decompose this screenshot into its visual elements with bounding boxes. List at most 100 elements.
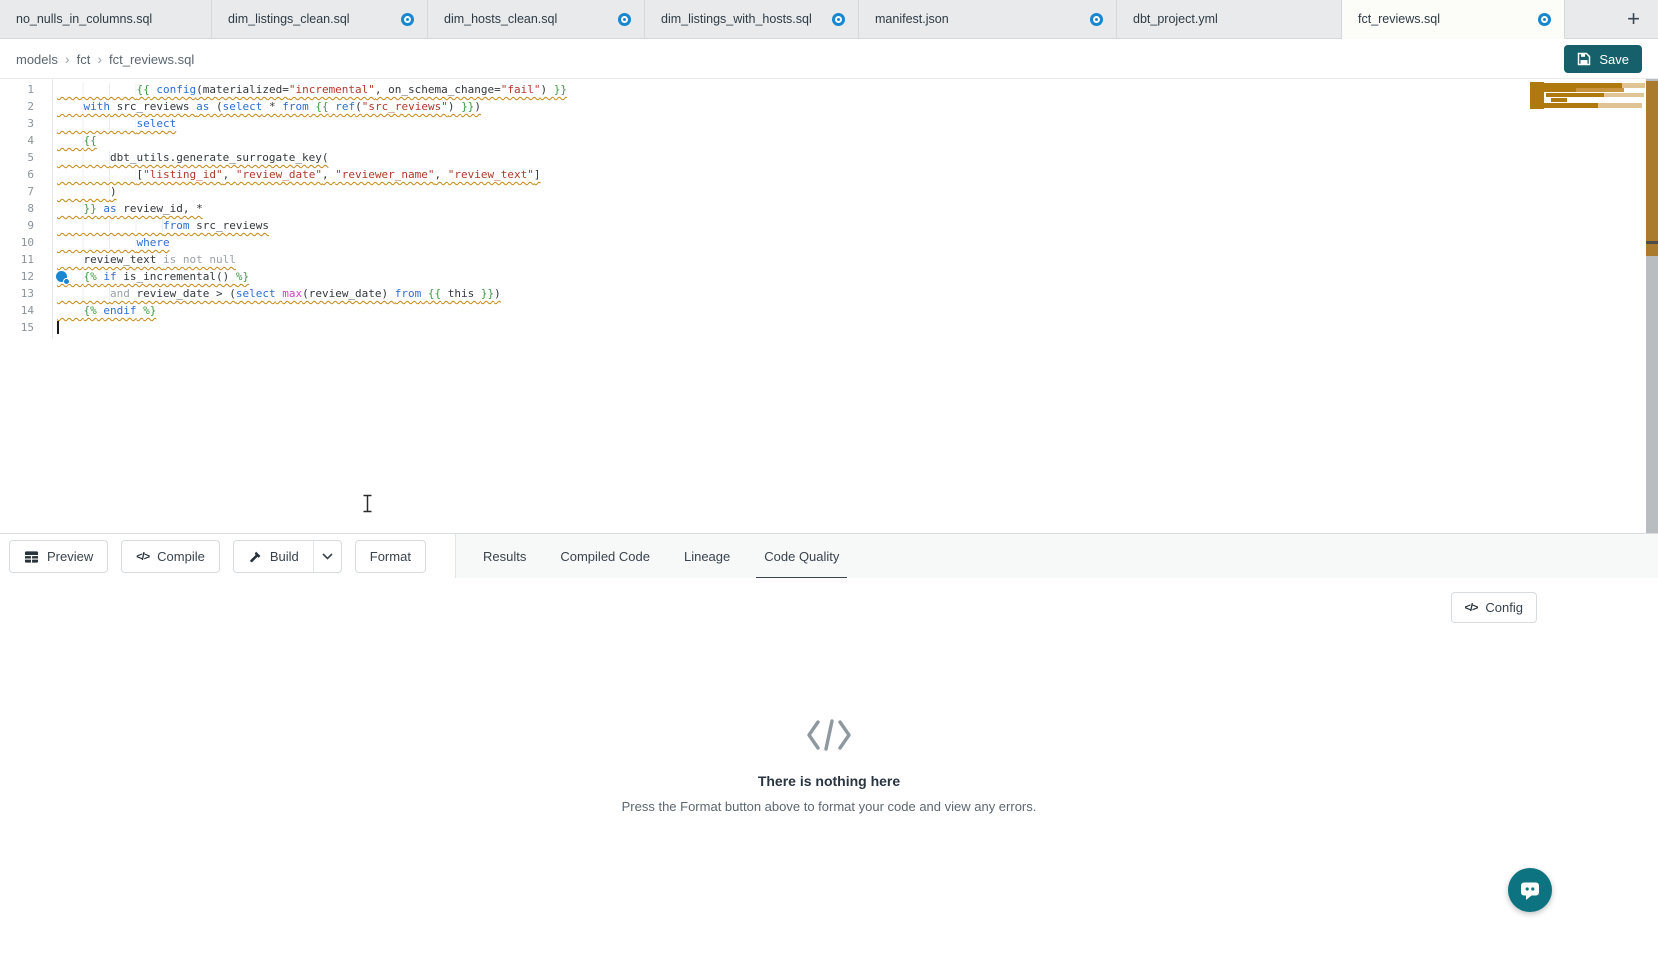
fix-suggestion-icon[interactable] (56, 271, 67, 282)
code-line[interactable]: 13 and review_date > (select max(review_… (0, 285, 1658, 302)
line-number: 8 (0, 200, 34, 217)
code-line[interactable]: 14 {% endif %} (0, 302, 1658, 319)
code-token (421, 287, 428, 300)
build-label: Build (270, 549, 299, 564)
chat-bubble-icon (1518, 879, 1542, 902)
code-token: }} (481, 287, 494, 300)
panel-tab-code-quality[interactable]: Code Quality (747, 534, 856, 579)
line-content: {{ (57, 132, 97, 149)
editor-tab[interactable]: no_nulls_in_columns.sql (0, 0, 212, 39)
code-token: select (223, 100, 263, 113)
indent-whitespace (57, 134, 84, 147)
line-number: 14 (0, 302, 34, 319)
empty-state-description: Press the Format button above to format … (449, 799, 1209, 814)
code-brackets-icon: </> (1465, 602, 1478, 614)
line-number: 7 (0, 183, 34, 200)
tab-bar: no_nulls_in_columns.sqldim_listings_clea… (0, 0, 1658, 39)
line-content: }} as review_id, * (57, 200, 203, 217)
code-line[interactable]: 7 ) (0, 183, 1658, 200)
editor-tab[interactable]: manifest.json (859, 0, 1117, 39)
code-token: as (196, 100, 209, 113)
code-line[interactable]: 10 where (0, 234, 1658, 251)
build-button[interactable]: Build (234, 541, 313, 572)
code-line[interactable]: 5 dbt_utils.generate_surrogate_key( (0, 149, 1658, 166)
tab-label: manifest.json (875, 12, 949, 26)
indent-whitespace (57, 219, 163, 232)
line-content: from src_reviews (57, 217, 269, 234)
code-token: "listing_id" (143, 168, 222, 181)
code-token: {{ (84, 134, 97, 147)
panel-tab-lineage[interactable]: Lineage (667, 534, 747, 579)
scrollbar[interactable] (1646, 79, 1658, 533)
new-tab-button[interactable]: + (1621, 8, 1646, 30)
chat-fab[interactable] (1508, 868, 1552, 912)
format-button[interactable]: Format (355, 540, 426, 573)
save-button[interactable]: Save (1564, 45, 1642, 73)
code-token: review_text (84, 253, 163, 266)
code-token: }} (554, 83, 567, 96)
breadcrumb-item[interactable]: models (16, 52, 58, 67)
editor-tab[interactable]: dim_listings_clean.sql (212, 0, 428, 39)
scrollbar-cursor-marker (1646, 241, 1658, 244)
editor-tab[interactable]: dim_hosts_clean.sql (428, 0, 645, 39)
code-token: as (103, 202, 116, 215)
breadcrumb-item[interactable]: fct (77, 52, 91, 67)
breadcrumb-item[interactable]: fct_reviews.sql (109, 52, 194, 67)
code-line[interactable]: 9 from src_reviews (0, 217, 1658, 234)
indent-whitespace (57, 168, 136, 181)
toolbar-buttons: Preview </> Compile Build (9, 534, 426, 579)
line-number: 9 (0, 217, 34, 234)
indent-whitespace (57, 202, 84, 215)
code-line[interactable]: 4 {{ (0, 132, 1658, 149)
code-token: where (136, 236, 169, 249)
preview-button[interactable]: Preview (9, 540, 108, 573)
code-token: dbt_utils.generate_surrogate_key( (110, 151, 329, 164)
code-line[interactable]: 8 }} as review_id, * (0, 200, 1658, 217)
code-token: {% (84, 270, 97, 283)
indent-whitespace (57, 304, 84, 317)
code-line[interactable]: 15 (0, 319, 1658, 336)
code-token: %} (236, 270, 249, 283)
tab-label: dim_hosts_clean.sql (444, 12, 557, 26)
line-content: ["listing_id", "review_date", "reviewer_… (57, 166, 541, 183)
config-button[interactable]: </> Config (1451, 592, 1537, 623)
panel-tab-results[interactable]: Results (466, 534, 543, 579)
breadcrumb-row: models›fct›fct_reviews.sql Save (0, 39, 1658, 79)
code-token: {{ (136, 83, 149, 96)
line-number: 15 (0, 319, 34, 336)
code-token: is_incremental() (117, 270, 236, 283)
code-line[interactable]: 6 ["listing_id", "review_date", "reviewe… (0, 166, 1658, 183)
code-line[interactable]: 1 {{ config(materialized="incremental", … (0, 81, 1658, 98)
build-dropdown-button[interactable] (313, 541, 341, 572)
line-number: 4 (0, 132, 34, 149)
line-content: {{ config(materialized="incremental", on… (57, 81, 567, 98)
indent-whitespace (57, 185, 110, 198)
code-line[interactable]: 2 with src_reviews as (select * from {{ … (0, 98, 1658, 115)
compile-button[interactable]: </> Compile (121, 540, 220, 573)
code-token: ) (541, 83, 554, 96)
code-editor[interactable]: 1 {{ config(materialized="incremental", … (0, 79, 1658, 533)
code-token: from (163, 219, 190, 232)
line-content: where (57, 234, 170, 251)
editor-tab[interactable]: dim_listings_with_hosts.sql (645, 0, 859, 39)
editor-tab[interactable]: dbt_project.yml (1117, 0, 1342, 39)
editor-tab[interactable]: fct_reviews.sql (1342, 0, 1565, 39)
empty-state-title: There is nothing here (449, 773, 1209, 789)
code-line[interactable]: 3 select (0, 115, 1658, 132)
code-line[interactable]: 12 {% if is_incremental() %} (0, 268, 1658, 285)
indent-whitespace (57, 287, 110, 300)
empty-state: There is nothing here Press the Format b… (449, 718, 1209, 814)
code-token: from (282, 100, 309, 113)
code-line[interactable]: 11 review_text is not null (0, 251, 1658, 268)
line-content: with src_reviews as (select * from {{ re… (57, 98, 481, 115)
line-number: 12 (0, 268, 34, 285)
code-token: select (236, 287, 276, 300)
code-token: "fail" (501, 83, 541, 96)
panel-tab-compiled-code[interactable]: Compiled Code (543, 534, 667, 579)
code-token: * (262, 100, 282, 113)
floppy-disk-icon (1577, 52, 1591, 66)
code-brackets-icon: </> (136, 551, 149, 563)
code-token: endif (103, 304, 136, 317)
code-token: ) (110, 185, 117, 198)
preview-label: Preview (47, 549, 93, 564)
